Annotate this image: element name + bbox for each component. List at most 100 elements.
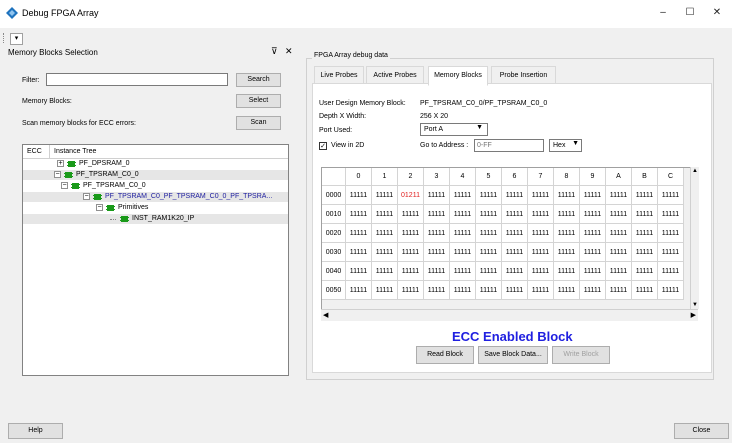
grid-cell[interactable]: 11111	[424, 224, 450, 243]
grid-cell[interactable]: 11111	[502, 186, 528, 205]
scroll-down-icon[interactable]: ▼	[691, 302, 699, 308]
scroll-left-icon[interactable]: ◀	[323, 311, 328, 319]
grid-column-header[interactable]: 3	[424, 168, 450, 186]
grid-cell[interactable]: 11111	[398, 262, 424, 281]
grid-cell[interactable]: 11111	[346, 262, 372, 281]
grid-cell[interactable]: 11111	[632, 186, 658, 205]
grid-cell[interactable]: 11111	[528, 186, 554, 205]
close-button[interactable]: Close	[674, 423, 729, 439]
grid-column-header[interactable]: 9	[580, 168, 606, 186]
grid-cell[interactable]: 11111	[450, 243, 476, 262]
grid-row-address[interactable]: 0040	[322, 262, 346, 281]
collapse-icon[interactable]: −	[54, 171, 61, 178]
grid-cell[interactable]: 11111	[658, 186, 684, 205]
grid-cell[interactable]: 11111	[372, 205, 398, 224]
grid-column-header[interactable]: 0	[346, 168, 372, 186]
grid-cell[interactable]: 11111	[424, 281, 450, 300]
tab-live-probes[interactable]: Live Probes	[314, 66, 364, 84]
grid-column-header[interactable]: 8	[554, 168, 580, 186]
grid-column-header[interactable]: 4	[450, 168, 476, 186]
grid-cell[interactable]: 11111	[606, 205, 632, 224]
instance-tree[interactable]: ECC Instance Tree + PF_DPSRAM_0− PF_TPSRAM…	[22, 144, 289, 376]
grid-cell[interactable]: 11111	[476, 186, 502, 205]
tree-row[interactable]: INST_RAM1K20_IP	[23, 214, 288, 224]
collapse-icon[interactable]: −	[96, 204, 103, 211]
grid-cell[interactable]: 11111	[606, 281, 632, 300]
pin-icon[interactable]: ⊽	[271, 46, 278, 57]
grid-cell[interactable]: 11111	[632, 262, 658, 281]
grid-cell[interactable]: 11111	[554, 281, 580, 300]
grid-cell[interactable]: 11111	[580, 243, 606, 262]
grid-row-address[interactable]: 0030	[322, 243, 346, 262]
grid-cell[interactable]: 11111	[632, 243, 658, 262]
grid-horizontal-scrollbar[interactable]: ◀ ▶	[321, 309, 698, 321]
grid-column-header[interactable]: B	[632, 168, 658, 186]
grid-cell[interactable]: 11111	[580, 281, 606, 300]
grid-cell[interactable]: 11111	[424, 243, 450, 262]
grid-row-address[interactable]: 0000	[322, 186, 346, 205]
filter-input[interactable]	[46, 73, 228, 86]
grid-cell[interactable]: 11111	[528, 243, 554, 262]
view-in-2d-checkbox[interactable]: ✓	[319, 142, 327, 150]
grid-row-address[interactable]: 0010	[322, 205, 346, 224]
grid-vertical-scrollbar[interactable]: ▲ ▼	[690, 167, 699, 309]
grid-cell[interactable]: 11111	[450, 224, 476, 243]
grid-cell[interactable]: 11111	[424, 186, 450, 205]
tree-row[interactable]: − PF_TPSRAM_C0_0	[23, 181, 288, 191]
scroll-right-icon[interactable]: ▶	[691, 311, 696, 319]
grid-cell[interactable]: 11111	[502, 205, 528, 224]
grid-cell[interactable]: 11111	[398, 281, 424, 300]
grid-cell[interactable]: 11111	[502, 281, 528, 300]
instance-tree-column-header[interactable]: Instance Tree	[54, 148, 96, 155]
grid-cell[interactable]: 11111	[424, 205, 450, 224]
scan-button[interactable]: Scan	[236, 116, 281, 130]
tab-probe-insertion[interactable]: Probe Insertion	[491, 66, 556, 84]
grid-cell[interactable]: 11111	[606, 262, 632, 281]
grid-column-header[interactable]: 2	[398, 168, 424, 186]
tree-row[interactable]: − PF_TPSRAM_C0_0	[23, 170, 288, 180]
collapse-icon[interactable]: −	[83, 193, 90, 200]
memory-grid[interactable]: 0 1 2 3 4 5 6 7 8 9 A B C 0000 11111 11111 01211 11111 111…	[321, 167, 698, 321]
grid-column-header[interactable]: A	[606, 168, 632, 186]
grid-cell[interactable]: 11111	[554, 262, 580, 281]
grid-cell[interactable]: 11111	[476, 243, 502, 262]
grid-row-address[interactable]: 0020	[322, 224, 346, 243]
grid-cell[interactable]: 11111	[632, 224, 658, 243]
grid-cell[interactable]: 11111	[450, 262, 476, 281]
ecc-column-header[interactable]: ECC	[27, 148, 42, 155]
grid-cell[interactable]: 11111	[476, 262, 502, 281]
select-button[interactable]: Select	[236, 94, 281, 108]
grid-cell[interactable]: 11111	[528, 224, 554, 243]
tree-row[interactable]: − PF_TPSRAM_C0_PF_TPSRAM_C0_0_PF_TPSRA...	[23, 192, 288, 202]
grid-column-header[interactable]: 1	[372, 168, 398, 186]
grid-cell[interactable]: 11111	[528, 205, 554, 224]
grid-cell[interactable]: 11111	[372, 186, 398, 205]
grid-cell[interactable]: 11111	[580, 205, 606, 224]
read-block-button[interactable]: Read Block	[416, 346, 474, 364]
grid-cell[interactable]: 11111	[346, 243, 372, 262]
grid-cell[interactable]: 11111	[580, 186, 606, 205]
port-used-select[interactable]: Port A ▼	[420, 123, 488, 136]
grid-cell[interactable]: 11111	[554, 186, 580, 205]
grid-cell[interactable]: 11111	[658, 262, 684, 281]
grid-column-header[interactable]: C	[658, 168, 684, 186]
tree-row[interactable]: + PF_DPSRAM_0	[23, 159, 288, 169]
grid-cell[interactable]: 11111	[398, 243, 424, 262]
tab-memory-blocks[interactable]: Memory Blocks	[428, 66, 488, 86]
panel-close-icon[interactable]: ✕	[285, 46, 293, 57]
grid-cell[interactable]: 11111	[372, 224, 398, 243]
grid-cell[interactable]: 11111	[632, 281, 658, 300]
grid-column-header[interactable]: 6	[502, 168, 528, 186]
grid-cell[interactable]: 11111	[372, 262, 398, 281]
grid-cell[interactable]: 11111	[580, 262, 606, 281]
grid-cell[interactable]: 11111	[554, 243, 580, 262]
grid-cell[interactable]: 11111	[476, 205, 502, 224]
grid-row-address[interactable]: 0050	[322, 281, 346, 300]
help-button[interactable]: Help	[8, 423, 63, 439]
grid-column-header[interactable]: 5	[476, 168, 502, 186]
grid-cell[interactable]: 11111	[450, 205, 476, 224]
expand-icon[interactable]: +	[57, 160, 64, 167]
grid-cell[interactable]: 11111	[476, 224, 502, 243]
tab-active-probes[interactable]: Active Probes	[366, 66, 424, 84]
search-button[interactable]: Search	[236, 73, 281, 87]
